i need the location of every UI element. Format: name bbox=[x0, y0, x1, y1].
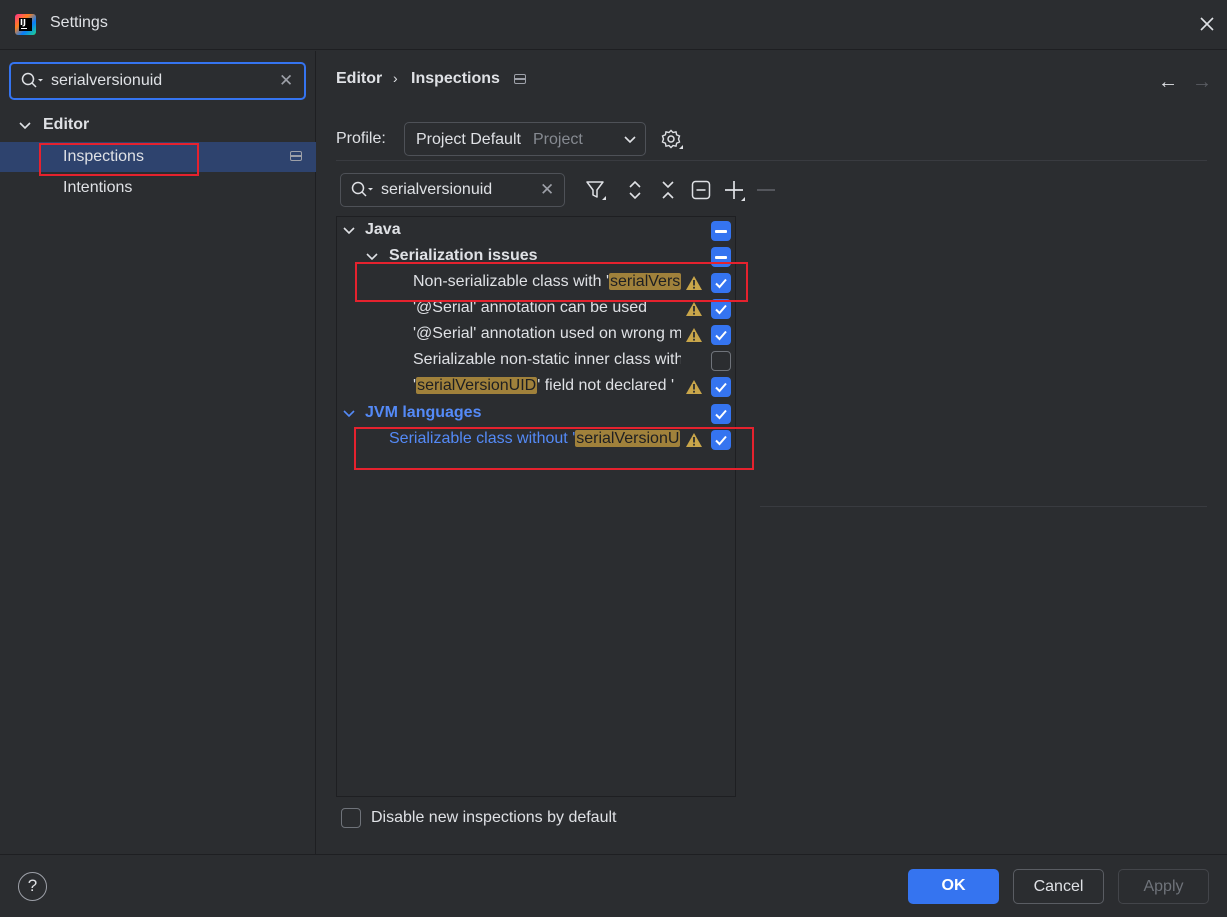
annotation-highlight-box bbox=[355, 262, 748, 302]
inspection-checkbox[interactable] bbox=[711, 299, 731, 319]
sidebar-group-label: Editor bbox=[43, 116, 90, 133]
help-button[interactable]: ? bbox=[18, 872, 47, 901]
breadcrumb-separator: › bbox=[393, 70, 398, 86]
back-arrow-icon[interactable]: ← bbox=[1158, 71, 1178, 94]
inspection-name: '@Serial' annotation used on wrong m bbox=[413, 325, 681, 342]
chevron-down-icon[interactable] bbox=[18, 119, 32, 138]
inspection-checkbox[interactable] bbox=[711, 351, 731, 371]
divider bbox=[760, 506, 1207, 507]
collapse-all-icon[interactable] bbox=[656, 178, 680, 202]
profile-scope: Project bbox=[533, 131, 583, 148]
divider bbox=[0, 854, 1227, 855]
tree-item[interactable]: Serializable non-static inner class with bbox=[337, 348, 735, 374]
inspection-checkbox[interactable] bbox=[711, 377, 731, 397]
tree-group-java[interactable]: Java bbox=[337, 218, 735, 244]
search-match-highlight: serialVersionUID bbox=[416, 377, 538, 394]
clear-search-icon[interactable]: ✕ bbox=[279, 71, 293, 91]
inspections-tree: Java Serialization issues Non-serializab… bbox=[336, 216, 736, 797]
divider bbox=[336, 160, 1207, 161]
apply-button[interactable]: Apply bbox=[1118, 869, 1209, 904]
warning-icon bbox=[685, 327, 703, 343]
expand-all-icon[interactable] bbox=[623, 178, 647, 202]
reset-to-default-icon[interactable] bbox=[689, 178, 713, 202]
profile-label: Profile: bbox=[336, 130, 386, 147]
search-icon bbox=[351, 181, 375, 204]
tree-item[interactable]: 'serialVersionUID' field not declared ' bbox=[337, 374, 735, 400]
profile-value: Project Default bbox=[416, 131, 521, 148]
disable-new-inspections-label[interactable]: Disable new inspections by default bbox=[371, 809, 616, 827]
profile-dropdown[interactable]: Project Default Project bbox=[404, 122, 646, 156]
forward-arrow-icon[interactable]: → bbox=[1192, 71, 1212, 94]
warning-icon bbox=[685, 379, 703, 395]
inspection-checkbox[interactable] bbox=[711, 325, 731, 345]
intellij-logo-icon: IJ bbox=[15, 14, 36, 35]
add-icon[interactable] bbox=[722, 178, 746, 202]
group-checkbox[interactable] bbox=[711, 404, 731, 424]
warning-icon bbox=[685, 301, 703, 317]
tree-group-label: Java bbox=[365, 221, 401, 238]
chevron-down-icon[interactable] bbox=[342, 224, 356, 243]
title-bar bbox=[0, 0, 1227, 50]
tree-item[interactable]: '@Serial' annotation used on wrong m bbox=[337, 322, 735, 348]
filter-icon[interactable] bbox=[584, 178, 608, 202]
inspection-name: 'serialVersionUID' field not declared ' bbox=[413, 377, 681, 395]
settings-search-input[interactable]: serialversionuid ✕ bbox=[9, 62, 306, 100]
remove-icon[interactable] bbox=[754, 178, 778, 202]
tree-group-jvm-languages[interactable]: JVM languages bbox=[337, 401, 735, 427]
chevron-down-icon[interactable] bbox=[342, 407, 356, 426]
inspection-search-value: serialversionuid bbox=[381, 181, 493, 198]
group-checkbox[interactable] bbox=[711, 221, 731, 241]
inspection-name-text: ' field not declared ' bbox=[537, 377, 675, 394]
disable-new-inspections-checkbox[interactable] bbox=[341, 808, 361, 828]
settings-search-value: serialversionuid bbox=[51, 72, 163, 89]
breadcrumb-inspections: Inspections bbox=[411, 70, 500, 87]
annotation-highlight-box bbox=[39, 143, 199, 176]
gear-icon[interactable] bbox=[660, 128, 684, 157]
search-icon bbox=[21, 72, 45, 95]
chevron-down-icon bbox=[623, 133, 637, 152]
breadcrumb-editor[interactable]: Editor bbox=[336, 70, 382, 88]
project-scope-icon bbox=[514, 74, 526, 84]
project-scope-icon bbox=[290, 151, 302, 161]
annotation-highlight-box bbox=[354, 427, 754, 470]
inspection-name: Serializable non-static inner class with bbox=[413, 351, 681, 368]
ok-button[interactable]: OK bbox=[908, 869, 999, 904]
tree-group-label: JVM languages bbox=[365, 404, 482, 421]
inspection-search-input[interactable]: serialversionuid ✕ bbox=[340, 173, 565, 207]
close-icon[interactable] bbox=[1195, 12, 1219, 36]
window-title: Settings bbox=[50, 14, 108, 31]
sidebar-item-intentions[interactable]: Intentions bbox=[63, 179, 132, 197]
cancel-button[interactable]: Cancel bbox=[1013, 869, 1104, 904]
clear-search-icon[interactable]: ✕ bbox=[540, 180, 554, 200]
